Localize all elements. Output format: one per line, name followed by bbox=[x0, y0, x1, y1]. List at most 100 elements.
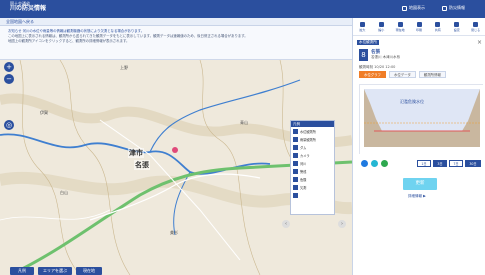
legend-item-label: 河川 bbox=[300, 161, 307, 166]
legend-item-label: 警戒 bbox=[300, 169, 307, 174]
legend-item-label: 雨量観測所 bbox=[300, 137, 316, 142]
tool-location[interactable]: 現在地 bbox=[391, 18, 410, 35]
legend-swatch bbox=[293, 192, 298, 198]
locate-icon[interactable]: ◎ bbox=[4, 120, 14, 130]
legend-prev-arrow-icon[interactable]: ‹ bbox=[282, 220, 290, 228]
legend-swatch bbox=[293, 144, 298, 150]
legend-item[interactable]: 雨量観測所 bbox=[291, 135, 334, 143]
print-icon bbox=[416, 21, 422, 27]
range-1-day[interactable]: 1日 bbox=[417, 160, 431, 167]
map-city-label: 津市 bbox=[128, 148, 144, 158]
legend-button[interactable]: 凡例 bbox=[10, 267, 34, 275]
tool-close[interactable]: 閉じる bbox=[466, 18, 485, 35]
legend-swatch bbox=[293, 184, 298, 190]
select-area-button[interactable]: エリアを選ぶ bbox=[38, 267, 72, 275]
range-3-days[interactable]: 3日 bbox=[433, 160, 447, 167]
legend-item-label: 欠測 bbox=[300, 185, 307, 190]
tool-share[interactable]: 共有 bbox=[428, 18, 447, 35]
brand[interactable]: 国土交通省 川の防災情報 bbox=[10, 1, 47, 12]
station-number-badge: 8 bbox=[359, 49, 368, 61]
zoom-in-icon bbox=[359, 21, 365, 27]
tool-settings[interactable]: 設定 bbox=[447, 18, 466, 35]
legend-item[interactable]: 警戒 bbox=[291, 167, 334, 175]
legend-swatch bbox=[293, 160, 298, 166]
range-7-days[interactable]: 7日 bbox=[449, 160, 463, 167]
tab-station-info[interactable]: 観測所情報 bbox=[418, 71, 446, 78]
tool-label: 現在地 bbox=[395, 27, 405, 32]
legend-item[interactable]: カメラ bbox=[291, 151, 334, 159]
legend-swatch bbox=[293, 176, 298, 182]
legend-swatch bbox=[293, 136, 298, 142]
header-info-button-label: 防災情報 bbox=[449, 5, 465, 10]
tool-print[interactable]: 印刷 bbox=[410, 18, 429, 35]
zoom-out-icon bbox=[378, 21, 384, 27]
map-place-label: 青山 bbox=[240, 120, 248, 125]
location-icon bbox=[397, 21, 403, 27]
zoom-out-button[interactable]: − bbox=[4, 74, 14, 84]
tool-label: 縮小 bbox=[378, 27, 385, 32]
tab-water-level-data[interactable]: 水位データ bbox=[388, 71, 416, 78]
tab-water-level-graph[interactable]: 水位グラフ bbox=[359, 71, 386, 78]
legend-swatch bbox=[293, 128, 298, 134]
panel-close-icon[interactable]: × bbox=[477, 39, 482, 46]
legend-swatch bbox=[293, 152, 298, 158]
share-twitter-icon[interactable] bbox=[371, 160, 378, 167]
legend-item-label: 危険 bbox=[300, 177, 307, 182]
legend-item-label: カメラ bbox=[300, 153, 310, 158]
tool-label: 閉じる bbox=[471, 27, 481, 32]
legend-item-label: 水位観測所 bbox=[300, 129, 316, 134]
header-map-button-label: 地図表示 bbox=[409, 5, 425, 10]
header-map-button[interactable]: 地図表示 bbox=[402, 5, 425, 11]
chart-band bbox=[364, 89, 480, 133]
info-notice-box: お知らせ 河川の水位や雨量等の情報は観測機器の状態により欠測となる場合があります… bbox=[0, 26, 352, 60]
current-location-button[interactable]: 現在地 bbox=[76, 267, 102, 275]
map-legend: 凡例 水位観測所 雨量観測所 ダム カメラ 河川 警戒 危険 欠測 bbox=[290, 120, 335, 215]
legend-item[interactable]: 河川 bbox=[291, 159, 334, 167]
legend-item[interactable]: 欠測 bbox=[291, 183, 334, 191]
station-marker[interactable] bbox=[172, 147, 178, 153]
tool-label: 共有 bbox=[434, 27, 441, 32]
zoom-in-button[interactable]: + bbox=[4, 62, 14, 72]
detail-link[interactable]: 詳細情報 ▶ bbox=[408, 194, 426, 199]
panel-tabs: 水位グラフ 水位データ 観測所情報 bbox=[359, 71, 446, 78]
legend-item[interactable] bbox=[291, 191, 334, 199]
tool-zoom-out[interactable]: 縮小 bbox=[372, 18, 391, 35]
map-place-label: 美杉 bbox=[170, 230, 178, 235]
share-line-icon[interactable] bbox=[381, 160, 388, 167]
legend-item[interactable]: ダム bbox=[291, 143, 334, 151]
station-subtitle: 名張川 木津川水系 bbox=[371, 55, 401, 59]
chart-level-label: 氾濫危険水位 bbox=[400, 98, 424, 104]
update-button[interactable]: 更新 bbox=[403, 178, 437, 190]
map-place-label: 伊賀 bbox=[40, 110, 48, 115]
app-header: 国土交通省 川の防災情報 地図表示 防災情報 bbox=[0, 0, 485, 18]
share-icon bbox=[435, 21, 441, 27]
legend-next-arrow-icon[interactable]: › bbox=[338, 220, 346, 228]
map-city-label: 名張 bbox=[134, 160, 150, 170]
header-info-button[interactable]: 防災情報 bbox=[442, 5, 465, 11]
legend-item[interactable]: 水位観測所 bbox=[291, 127, 334, 135]
back-to-national-map-link[interactable]: 全国地図へ戻る bbox=[6, 19, 34, 25]
tool-label: 拡大 bbox=[359, 27, 366, 32]
legend-item[interactable]: 危険 bbox=[291, 175, 334, 183]
toolbar: 全国地図へ戻る bbox=[0, 18, 352, 26]
panel-category-tag: 水位観測所 bbox=[357, 40, 379, 45]
station-panel: 拡大 縮小 現在地 印刷 共有 設定 閉じる 水位観測所 × 8 名張 名張川 … bbox=[352, 18, 485, 275]
close-icon bbox=[473, 21, 479, 27]
map-icon bbox=[402, 5, 407, 11]
range-30-days[interactable]: 30日 bbox=[465, 160, 481, 167]
gear-icon bbox=[454, 21, 460, 27]
app-title: 川の防災情報 bbox=[10, 5, 47, 12]
tool-zoom-in[interactable]: 拡大 bbox=[353, 18, 372, 35]
water-level-chart: 氾濫危険水位 bbox=[359, 84, 484, 155]
chart-controls: 1日 3日 7日 30日 bbox=[359, 159, 483, 169]
legend-swatch bbox=[293, 168, 298, 174]
tool-label: 印刷 bbox=[416, 27, 423, 32]
map-place-label: 上野 bbox=[120, 65, 128, 70]
share-facebook-icon[interactable] bbox=[361, 160, 368, 167]
observation-time: 観測時刻 10/20 12:00 bbox=[359, 65, 396, 69]
info-line-2: 地図上の観測所アイコンをクリックすると、観測所の詳細情報が表示されます。 bbox=[8, 39, 130, 43]
legend-item-label: ダム bbox=[300, 145, 307, 150]
info-icon bbox=[442, 5, 447, 11]
panel-toolbar: 拡大 縮小 現在地 印刷 共有 設定 閉じる bbox=[353, 18, 485, 36]
map-place-label: 白山 bbox=[60, 190, 68, 195]
